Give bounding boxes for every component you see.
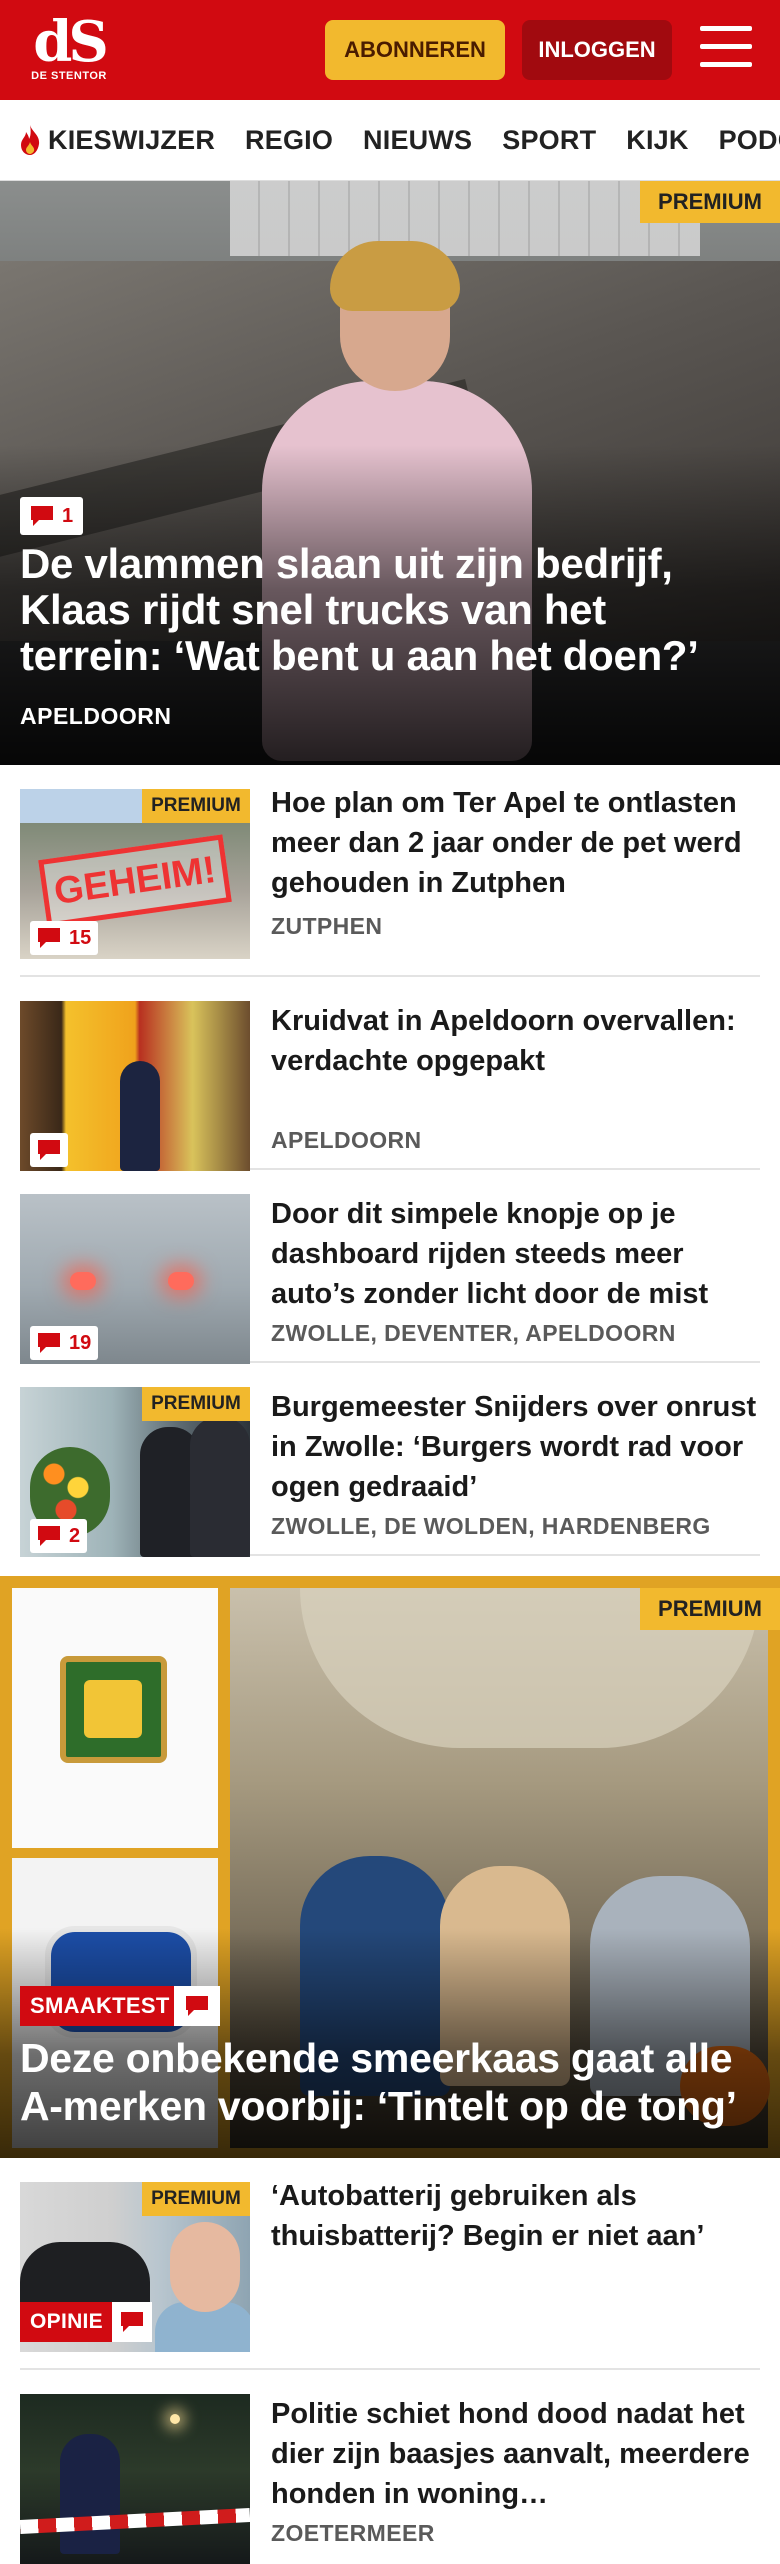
comment-count: 19 <box>69 1331 92 1354</box>
logo-mark: dS <box>33 9 109 75</box>
comment-count-badge[interactable]: 1 <box>20 497 84 535</box>
article-location: APELDOORN <box>271 1127 422 1153</box>
comment-icon <box>186 1996 208 2016</box>
list-item[interactable]: PREMIUM 2 Burgemeester Snijders over onr… <box>20 1363 760 1557</box>
login-button[interactable]: INLOGGEN <box>522 20 672 80</box>
article-thumbnail[interactable] <box>20 1001 250 1171</box>
list-item[interactable]: Kruidvat in Apeldoorn overvallen: verdac… <box>20 977 760 1171</box>
comment-count-badge[interactable]: 15 <box>30 921 99 955</box>
article-headline[interactable]: Hoe plan om Ter Apel te ontlasten meer d… <box>271 783 760 903</box>
stamp-text: GEHEIM! <box>38 834 232 928</box>
thumbnail-person-face <box>170 2222 240 2312</box>
article-thumbnail[interactable]: GEHEIM! PREMIUM 15 <box>20 789 250 959</box>
hero-location: APELDOORN <box>20 703 172 729</box>
category-label: SMAAKTEST <box>20 1986 180 2026</box>
article-headline[interactable]: Burgemeester Snijders over onrust in Zwo… <box>271 1387 760 1507</box>
thumbnail-officer <box>120 1061 160 1171</box>
hero-headline[interactable]: De vlammen slaan uit zijn bedrijf, Klaas… <box>20 541 756 679</box>
comment-count: 2 <box>69 1524 81 1547</box>
article-headline[interactable]: Politie schiet hond dood nadat het dier … <box>271 2394 760 2514</box>
comment-count-badge[interactable]: 19 <box>30 1326 99 1360</box>
site-header: dS DE STENTOR ABONNEREN INLOGGEN <box>0 0 780 100</box>
hero-article[interactable]: PREMIUM 1 De vlammen slaan uit zijn bedr… <box>0 181 780 765</box>
list-item[interactable]: Politie schiet hond dood nadat het dier … <box>20 2370 760 2564</box>
article-thumbnail[interactable]: 19 <box>20 1194 250 1364</box>
comment-icon <box>38 1526 60 1546</box>
premium-badge: PREMIUM <box>142 1387 250 1421</box>
article-location: ZWOLLE, DEVENTER, APELDOORN <box>271 1320 676 1346</box>
nav-label: KIESWIJZER <box>48 124 216 155</box>
feature-article[interactable]: PREMIUM SMAAKTEST Deze onbekende smeerka… <box>0 1576 780 2158</box>
article-headline[interactable]: Kruidvat in Apeldoorn overvallen: verdac… <box>271 1001 760 1081</box>
comment-icon <box>31 506 53 526</box>
nav-item-podcast[interactable]: PODCAS <box>719 125 780 156</box>
article-headline[interactable]: ‘Autobatterij gebruiken als thuisbatteri… <box>271 2176 760 2256</box>
nav-item-kieswijzer[interactable]: KIESWIJZER <box>18 124 215 156</box>
hero-image-hair <box>330 241 460 311</box>
nav-item-sport[interactable]: SPORT <box>502 125 596 156</box>
comment-icon <box>38 1140 60 1160</box>
comment-icon <box>38 1333 60 1353</box>
feature-headline[interactable]: Deze onbekende smeerkaas gaat alle A-mer… <box>20 2034 756 2130</box>
comment-icon <box>121 2312 143 2332</box>
article-location: ZUTPHEN <box>271 913 383 939</box>
list-item[interactable]: GEHEIM! PREMIUM 15 Hoe plan om Ter Apel … <box>20 783 760 977</box>
premium-badge: PREMIUM <box>640 1588 780 1630</box>
main-nav: KIESWIJZER REGIO NIEUWS SPORT KIJK PODCA… <box>0 100 780 181</box>
comment-badge[interactable] <box>174 1986 220 2026</box>
premium-badge: PREMIUM <box>142 789 250 823</box>
hero-image-building <box>230 181 700 256</box>
flame-icon <box>21 125 40 155</box>
article-thumbnail[interactable]: PREMIUM 2 <box>20 1387 250 1557</box>
feature-image-cheese-package <box>60 1656 167 1763</box>
menu-icon[interactable] <box>700 26 752 72</box>
thumbnail-person <box>190 1417 250 1557</box>
article-location: ZOETERMEER <box>271 2520 435 2546</box>
comment-count-badge[interactable] <box>30 1133 68 1167</box>
comment-count-badge[interactable]: 2 <box>30 1519 88 1553</box>
comment-count: 15 <box>69 926 92 949</box>
article-thumbnail[interactable] <box>20 2394 250 2564</box>
nav-item-nieuws[interactable]: NIEUWS <box>363 125 472 156</box>
comment-badge[interactable] <box>112 2302 152 2342</box>
nav-item-kijk[interactable]: KIJK <box>626 125 688 156</box>
article-location: ZWOLLE, DE WOLDEN, HARDENBERG <box>271 1513 711 1539</box>
thumbnail-headlight-right <box>168 1272 194 1290</box>
subscribe-button[interactable]: ABONNEREN <box>325 20 505 80</box>
site-logo[interactable]: dS DE STENTOR <box>28 12 110 94</box>
thumbnail-headlight-left <box>70 1272 96 1290</box>
category-label: OPINIE <box>20 2302 113 2342</box>
thumbnail-officer <box>60 2434 120 2554</box>
comment-count: 1 <box>62 504 74 527</box>
thumbnail-street-light <box>170 2414 180 2424</box>
logo-text: DE STENTOR <box>31 70 107 82</box>
article-headline[interactable]: Door dit simpele knopje op je dashboard … <box>271 1194 760 1314</box>
comment-icon <box>38 928 60 948</box>
premium-badge: PREMIUM <box>640 181 780 223</box>
nav-item-regio[interactable]: REGIO <box>245 125 333 156</box>
thumbnail-police-tape <box>20 2507 250 2535</box>
list-item[interactable]: PREMIUM OPINIE ‘Autobatterij gebruiken a… <box>20 2176 760 2370</box>
list-item[interactable]: 19 Door dit simpele knopje op je dashboa… <box>20 1170 760 1364</box>
article-thumbnail[interactable]: PREMIUM OPINIE <box>20 2182 250 2352</box>
premium-badge: PREMIUM <box>142 2182 250 2216</box>
